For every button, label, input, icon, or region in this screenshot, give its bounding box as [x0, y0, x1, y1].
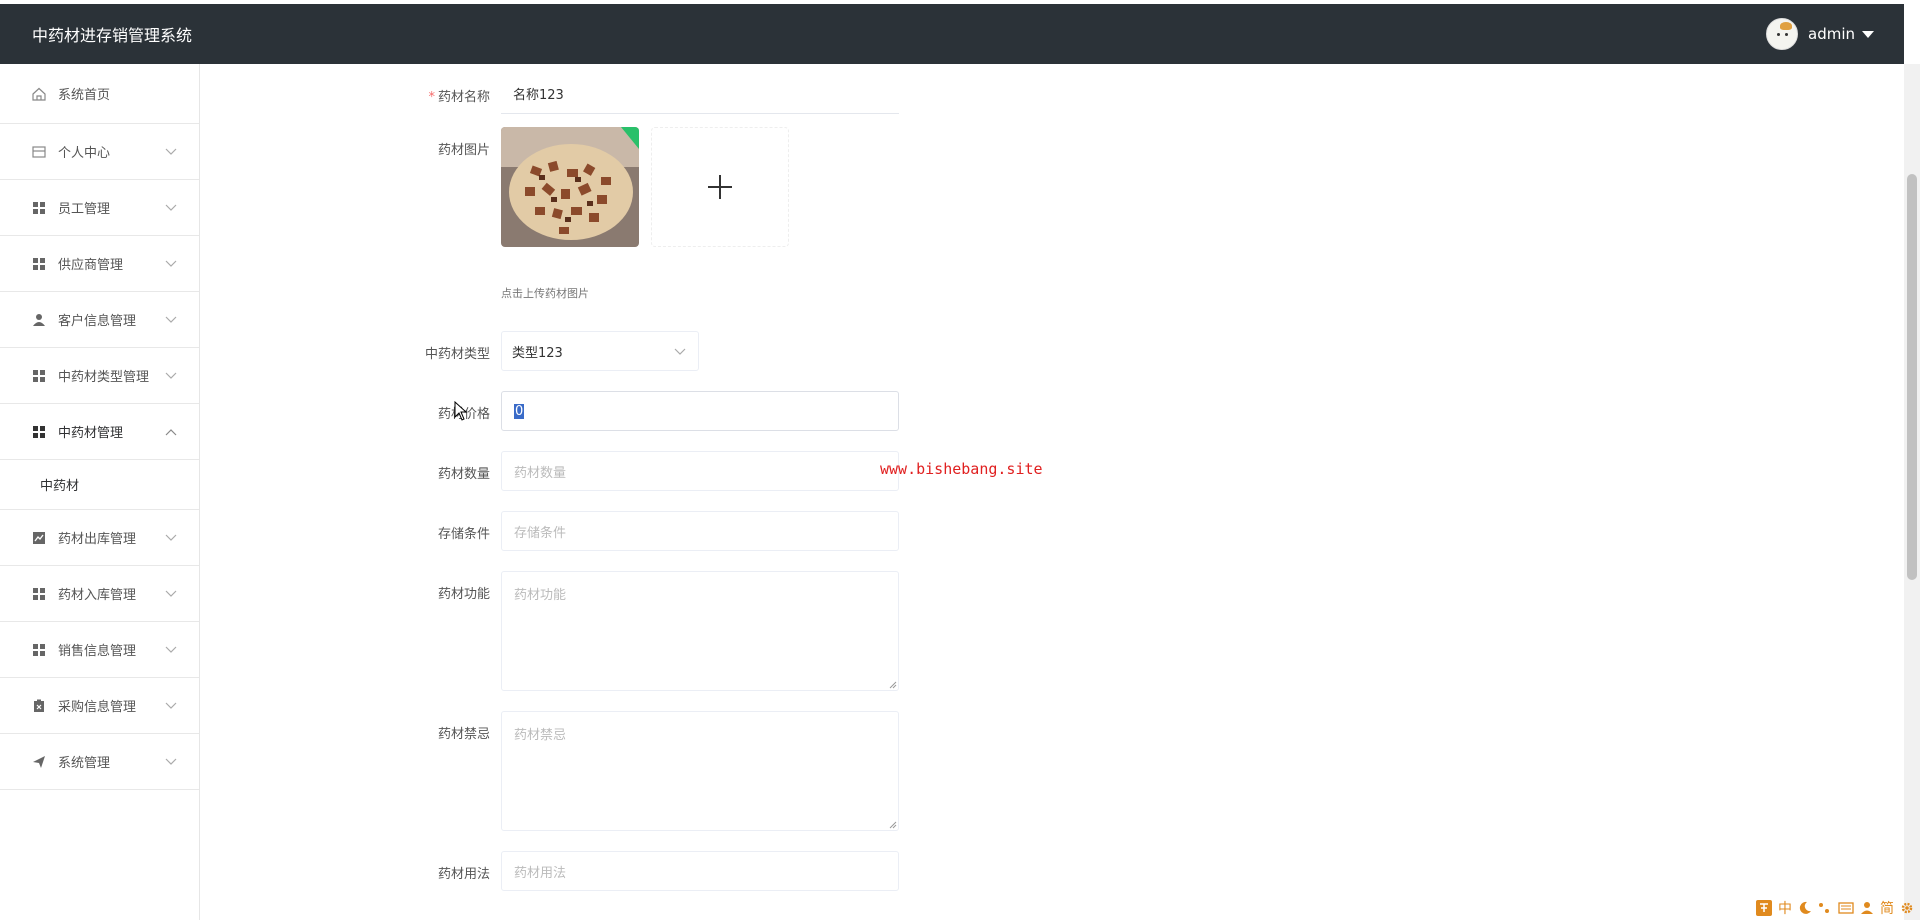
punctuation-icon[interactable] — [1818, 901, 1832, 915]
avatar — [1766, 18, 1798, 50]
chart-icon — [32, 531, 46, 545]
function-textarea[interactable]: 药材功能 — [501, 571, 899, 691]
sidebar-item-system[interactable]: 系统管理 — [0, 734, 199, 790]
plus-icon — [708, 175, 732, 199]
chevron-down-icon — [165, 534, 177, 541]
type-select-value: 类型123 — [512, 345, 563, 361]
sidebar-item-label: 采购信息管理 — [58, 700, 137, 715]
ime-simplified-label[interactable]: 简 — [1880, 898, 1894, 918]
resize-handle-icon[interactable] — [889, 821, 897, 829]
sidebar-item-staff[interactable]: 员工管理 — [0, 180, 199, 236]
ime-lang-label[interactable]: 中 — [1778, 898, 1792, 918]
chevron-down-icon — [165, 260, 177, 267]
user-menu[interactable]: admin — [1766, 18, 1874, 50]
chevron-down-icon — [165, 204, 177, 211]
user-name: admin — [1808, 25, 1855, 43]
sidebar-item-label: 员工管理 — [58, 202, 111, 217]
chevron-down-icon — [165, 646, 177, 653]
sidebar-item-label: 药材出库管理 — [58, 532, 137, 547]
home-icon — [32, 87, 46, 101]
name-input[interactable]: 名称123 — [501, 74, 899, 114]
sidebar-item-label: 中药材管理 — [58, 426, 124, 441]
sidebar: 系统首页 个人中心 员工管理 供应商管理 客户信息管理 中药材类型管理 中药材管… — [0, 64, 200, 920]
grid-icon — [32, 425, 46, 439]
storage-label: 存储条件 — [437, 527, 490, 542]
caret-down-icon — [1862, 30, 1874, 38]
gear-icon[interactable] — [1900, 901, 1914, 915]
type-select[interactable]: 类型123 — [501, 331, 699, 371]
sidebar-item-label: 个人中心 — [58, 146, 111, 161]
taboo-textarea[interactable]: 药材禁忌 — [501, 711, 899, 831]
user-icon[interactable] — [1860, 901, 1874, 915]
usage-input[interactable]: 药材用法 — [501, 851, 899, 891]
grid-icon — [32, 587, 46, 601]
sidebar-item-label: 销售信息管理 — [58, 644, 137, 659]
sidebar-item-outbound[interactable]: 药材出库管理 — [0, 510, 199, 566]
moon-icon[interactable] — [1798, 901, 1812, 915]
mouse-cursor-icon — [454, 401, 468, 421]
user-icon — [32, 313, 46, 327]
sidebar-item-purchase[interactable]: 采购信息管理 — [0, 678, 199, 734]
chevron-down-icon — [674, 348, 686, 355]
watermark-text: www.bishebang.site — [880, 460, 1043, 478]
sidebar-item-label: 客户信息管理 — [58, 314, 137, 329]
sidebar-item-label: 系统首页 — [58, 88, 111, 103]
chevron-down-icon — [165, 758, 177, 765]
sidebar-item-inbound[interactable]: 药材入库管理 — [0, 566, 199, 622]
type-label: 中药材类型 — [424, 347, 490, 362]
quantity-label: 药材数量 — [437, 467, 490, 482]
quantity-input[interactable]: 药材数量 — [501, 451, 899, 491]
name-label: * 药材名称 — [428, 90, 490, 105]
upload-button[interactable] — [651, 127, 789, 247]
keyboard-icon[interactable] — [1838, 901, 1854, 915]
image-label: 药材图片 — [437, 143, 490, 158]
chevron-down-icon — [165, 148, 177, 155]
ime-toolbar[interactable]: 中 简 — [1756, 898, 1914, 918]
sidebar-item-herb-type[interactable]: 中药材类型管理 — [0, 348, 199, 404]
grid-icon — [32, 257, 46, 271]
function-placeholder: 药材功能 — [514, 588, 567, 603]
sidebar-item-customer[interactable]: 客户信息管理 — [0, 292, 199, 348]
chevron-down-icon — [165, 316, 177, 323]
herb-image-thumbnail[interactable] — [501, 127, 639, 247]
function-label: 药材功能 — [437, 587, 490, 602]
taboo-placeholder: 药材禁忌 — [514, 728, 567, 743]
resize-handle-icon[interactable] — [889, 681, 897, 689]
price-value: 0 — [514, 403, 525, 419]
top-header: 中药材进存销管理系统 admin — [0, 4, 1904, 64]
sidebar-item-home[interactable]: 系统首页 — [0, 64, 199, 124]
sidebar-item-sales[interactable]: 销售信息管理 — [0, 622, 199, 678]
wallet-icon — [32, 145, 46, 159]
sidebar-item-personal[interactable]: 个人中心 — [0, 124, 199, 180]
ime-logo-icon — [1756, 900, 1772, 916]
page-scrollbar[interactable] — [1904, 64, 1920, 920]
price-label: 药材价格 — [437, 407, 490, 422]
upload-hint: 点击上传药材图片 — [501, 287, 589, 300]
clipboard-icon — [32, 699, 46, 713]
sidebar-item-label: 中药材类型管理 — [58, 370, 150, 385]
chevron-up-icon — [165, 428, 177, 435]
sidebar-item-supplier[interactable]: 供应商管理 — [0, 236, 199, 292]
storage-input[interactable]: 存储条件 — [501, 511, 899, 551]
grid-icon — [32, 369, 46, 383]
chevron-down-icon — [165, 590, 177, 597]
sidebar-item-label: 供应商管理 — [58, 258, 124, 273]
taboo-label: 药材禁忌 — [437, 727, 490, 742]
send-icon — [32, 755, 46, 769]
grid-icon — [32, 643, 46, 657]
scrollbar-thumb[interactable] — [1907, 174, 1917, 580]
sidebar-item-label: 系统管理 — [58, 756, 111, 771]
grid-icon — [32, 201, 46, 215]
usage-label: 药材用法 — [437, 867, 490, 882]
sidebar-item-herb[interactable]: 中药材管理 — [0, 404, 199, 460]
herb-edit-form: * 药材名称 名称123 药材图片 点击上传药材图片 中药材类型 类型123 药… — [200, 64, 1904, 920]
chevron-down-icon — [165, 372, 177, 379]
app-title: 中药材进存销管理系统 — [32, 26, 193, 45]
price-input[interactable]: 0 — [501, 391, 899, 431]
chevron-down-icon — [165, 702, 177, 709]
submenu-item-herb[interactable]: 中药材 — [0, 460, 199, 510]
sidebar-item-label: 药材入库管理 — [58, 588, 137, 603]
